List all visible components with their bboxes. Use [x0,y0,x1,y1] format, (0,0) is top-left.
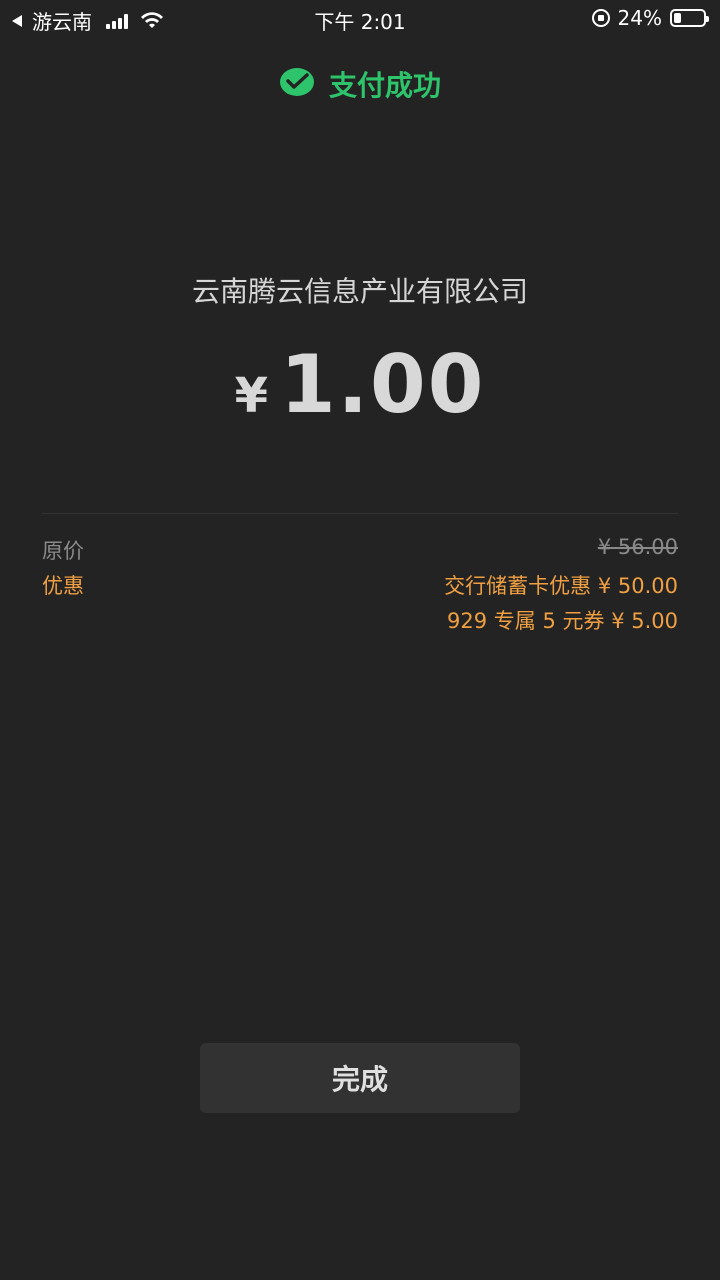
status-right: 24% [591,6,709,30]
status-bar: 游云南 下午 2:01 24% [0,0,720,36]
battery-percent: 24% [617,6,662,30]
wechat-pay-check-icon [279,68,314,96]
payment-success-header: 支付成功 [0,64,720,104]
payment-success-title: 支付成功 [328,69,441,102]
discount-item: 交行储蓄卡优惠 ¥ 50.00 [444,574,678,598]
discount-item: 929 专属 5 元券 ¥ 5.00 [447,609,678,633]
battery-icon [670,9,709,27]
battery-fill [674,13,681,23]
orientation-lock-icon [591,9,610,27]
original-price-value: ¥ 56.00 [597,535,678,559]
done-button[interactable]: 完成 [200,1043,520,1113]
merchant-name: 云南腾云信息产业有限公司 [191,275,528,308]
original-price-label: 原价 [42,539,84,563]
discount-label: 优惠 [42,574,84,598]
amount-value: 1.00 [280,338,486,431]
payment-amount: ¥ 1.00 [0,338,720,431]
divider [42,513,678,514]
currency-symbol: ¥ [234,368,268,424]
